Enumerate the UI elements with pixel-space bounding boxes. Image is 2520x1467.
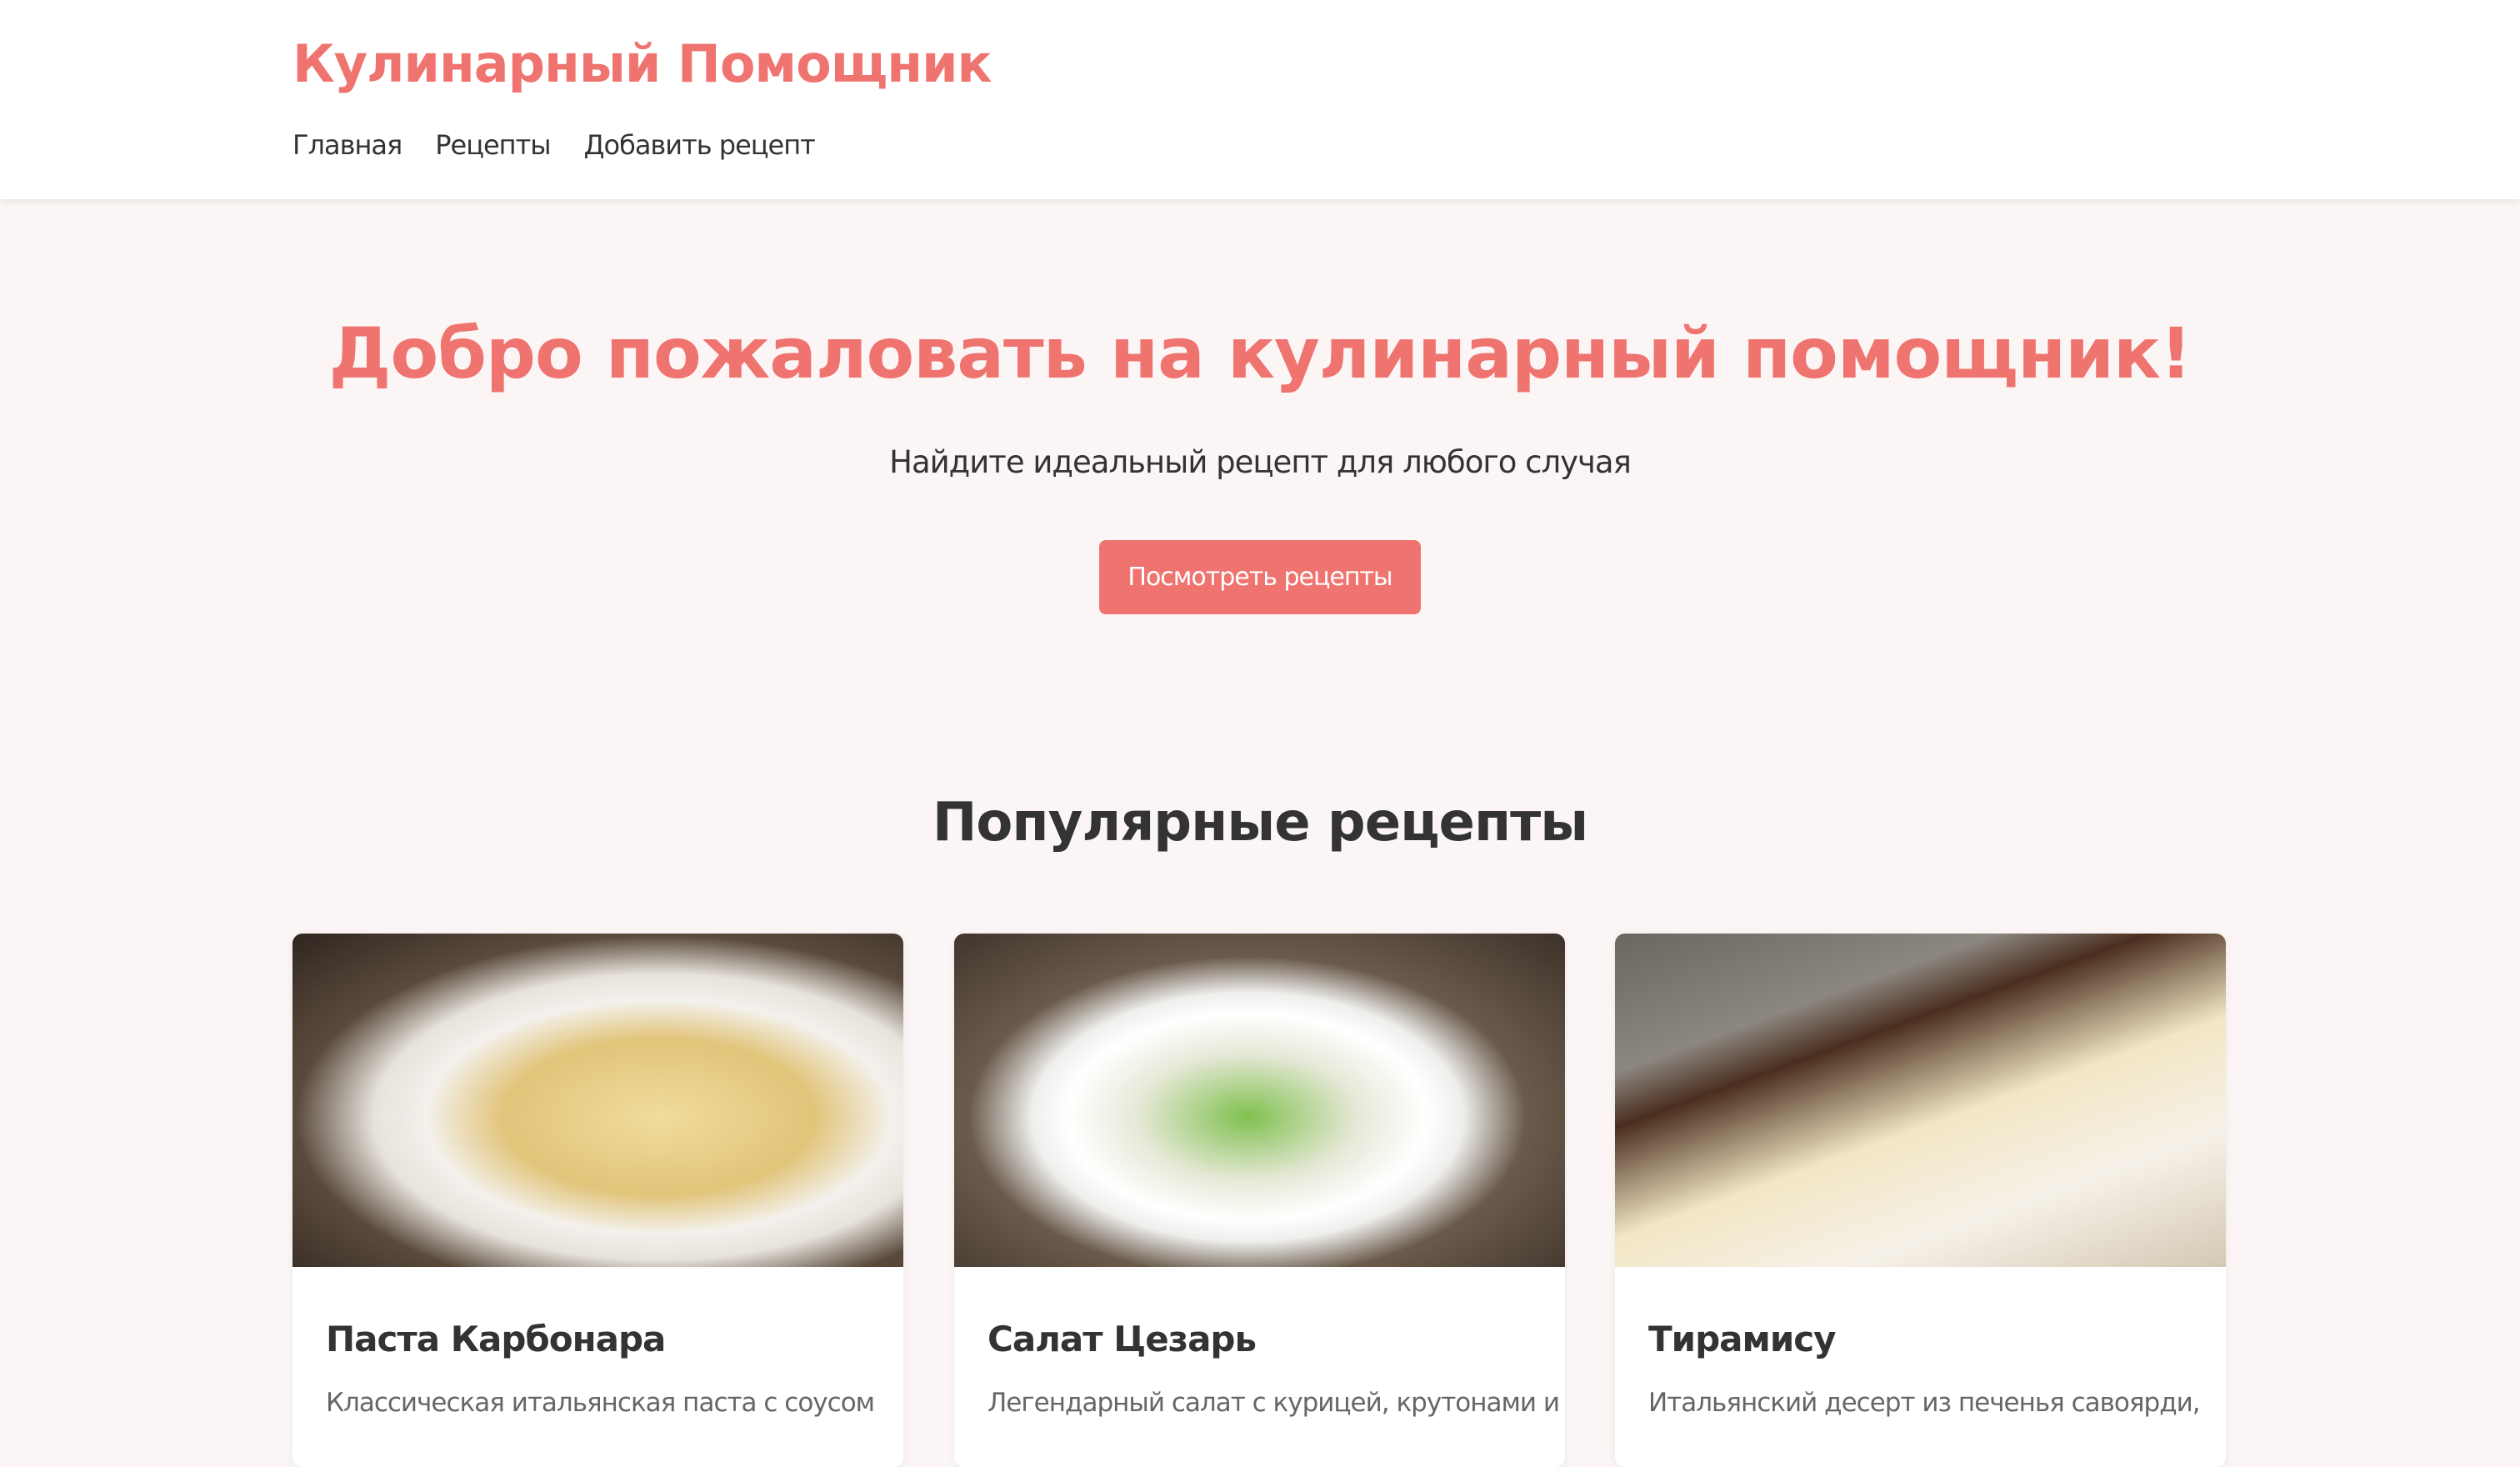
recipe-title: Паста Карбонара	[326, 1319, 666, 1359]
recipe-description: Итальянский десерт из печенья савоярди,	[1648, 1388, 2201, 1418]
recipe-image-caesar	[954, 934, 1565, 1267]
hero-subtitle: Найдите идеальный рецепт для любого случ…	[889, 444, 1632, 480]
hero-title: Добро пожаловать на кулинарный помощник!	[328, 313, 2192, 394]
recipe-card[interactable]: Паста Карбонара Классическая итальянская…	[292, 934, 903, 1467]
recipe-image-carbonara	[292, 934, 903, 1267]
popular-recipes-heading: Популярные рецепты	[932, 792, 1588, 854]
recipe-title: Тирамису	[1648, 1319, 1837, 1359]
main-nav: Главная Рецепты Добавить рецепт	[292, 129, 816, 161]
recipe-description: Классическая итальянская паста с соусом	[326, 1388, 875, 1418]
recipe-title: Салат Цезарь	[988, 1319, 1257, 1359]
view-recipes-button[interactable]: Посмотреть рецепты	[1099, 540, 1421, 614]
recipe-card[interactable]: Салат Цезарь Легендарный салат с курицей…	[954, 934, 1565, 1467]
nav-recipes[interactable]: Рецепты	[435, 129, 551, 161]
nav-home[interactable]: Главная	[292, 129, 402, 161]
recipe-description: Легендарный салат с курицей, крутонами и	[988, 1388, 1560, 1418]
recipe-card[interactable]: Тирамису Итальянский десерт из печенья с…	[1615, 934, 2226, 1467]
site-header: Кулинарный Помощник Главная Рецепты Доба…	[0, 0, 2520, 199]
site-logo[interactable]: Кулинарный Помощник	[292, 33, 992, 94]
nav-add-recipe[interactable]: Добавить рецепт	[584, 129, 816, 161]
recipe-image-tiramisu	[1615, 934, 2226, 1267]
